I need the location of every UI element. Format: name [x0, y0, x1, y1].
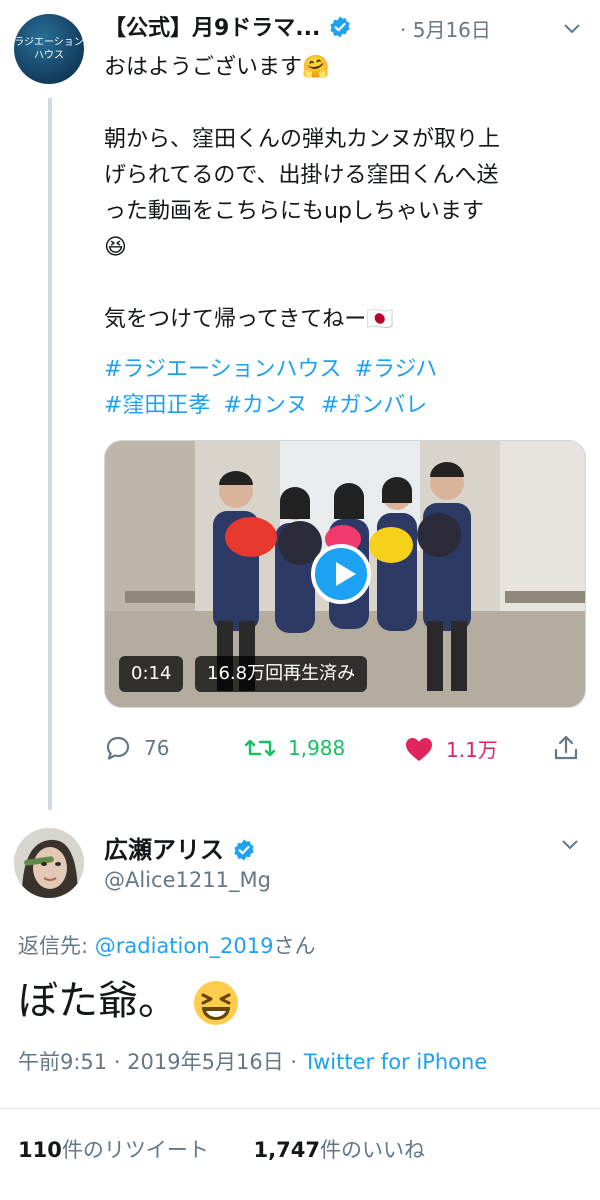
verified-badge-icon [330, 16, 350, 38]
like-stat-count: 1,747 [253, 1138, 320, 1162]
retweet-button[interactable]: 1,988 [244, 734, 345, 762]
avatar-text-line-1: ラジエーション [14, 37, 84, 48]
chevron-down-icon[interactable] [562, 18, 582, 38]
reply-button[interactable]: 76 [104, 734, 169, 762]
avatar-text-line-2: ハウス [34, 50, 64, 61]
reply-text-content: ぼた爺。 [18, 978, 178, 1024]
display-name-text: 広瀬アリス [104, 836, 224, 864]
display-name[interactable]: 【公式】月9ドラマ... [104, 10, 352, 42]
reply-icon [106, 736, 130, 760]
heart-icon [406, 737, 432, 761]
tweet-actions: 76 1,988 1.1万 [104, 734, 584, 770]
tweet-text-line: 😆 [104, 235, 127, 260]
tweet-text: おはようございます🤗 朝から、窪田くんの弾丸カンヌが取り上 げられてるので、出掛… [104, 50, 584, 338]
laughing-emoji-icon [193, 981, 238, 1025]
chevron-down-icon[interactable] [560, 834, 580, 854]
tweet-text-line: った動画をこちらにもupしちゃいます [104, 199, 484, 224]
like-stat-label: 件のいいね [319, 1138, 425, 1162]
hashtag-link[interactable]: #ガンバレ [321, 393, 427, 418]
tweet-text-line: 朝から、窪田くんの弾丸カンヌが取り上 [104, 127, 501, 152]
tweet-stats: 110件のリツイート 1,747件のいいね [18, 1134, 425, 1164]
tweet-text-line: おはようございます🤗 [104, 55, 330, 80]
retweet-count: 1,988 [288, 736, 346, 760]
divider [0, 1108, 600, 1109]
video-player[interactable]: 0:14 16.8万回再生済み [104, 440, 586, 708]
retweet-stat-count: 110 [18, 1138, 62, 1162]
video-duration: 0:14 [119, 656, 184, 692]
hashtag-link[interactable]: #ラジハ [355, 357, 438, 382]
tweet-text-line: げられてるので、出掛ける窪田くんへ送 [104, 163, 499, 188]
hashtags: #ラジエーションハウス #ラジハ #窪田正孝 #カンヌ #ガンバレ [104, 352, 584, 424]
video-view-count: 16.8万回再生済み [195, 656, 368, 692]
avatar[interactable]: ラジエーション ハウス [14, 14, 84, 84]
display-name-text: 【公式】月9ドラマ... [104, 16, 321, 41]
retweet-stat-label: 件のリツイート [61, 1138, 209, 1162]
replying-suffix: さん [273, 934, 316, 958]
replying-to: 返信先: @radiation_2019さん [18, 930, 315, 960]
tweet-timestamp[interactable]: 午前9:51 · 2019年5月16日 · [18, 1050, 304, 1074]
share-button[interactable] [552, 734, 592, 762]
reply-count: 76 [144, 736, 170, 760]
retweet-stat[interactable]: 110件のリツイート [18, 1138, 209, 1162]
tweet-text-line: 気をつけて帰ってきてねー🇯🇵 [104, 307, 394, 332]
avatar-photo [14, 828, 84, 898]
replying-prefix: 返信先: [18, 934, 95, 958]
tweet-date[interactable]: · 5月16日 [400, 14, 491, 43]
like-count: 1.1万 [446, 738, 498, 762]
like-button[interactable]: 1.1万 [404, 734, 498, 763]
user-handle[interactable]: @Alice1211_Mg [104, 868, 271, 892]
display-name[interactable]: 広瀬アリス [104, 830, 256, 865]
tweet-meta: 午前9:51 · 2019年5月16日 · Twitter for iPhone [18, 1046, 487, 1076]
hashtag-link[interactable]: #窪田正孝 [104, 393, 210, 418]
verified-badge-icon [234, 839, 255, 861]
like-stat[interactable]: 1,747件のいいね [254, 1138, 425, 1162]
thread-line [48, 98, 52, 810]
reply-text: ぼた爺。 [18, 968, 241, 1028]
hashtag-link[interactable]: #カンヌ [223, 393, 307, 418]
tweet-source-link[interactable]: Twitter for iPhone [304, 1050, 488, 1074]
mention-link[interactable]: @radiation_2019 [95, 934, 274, 958]
share-icon [554, 735, 578, 760]
avatar[interactable] [14, 828, 84, 898]
play-button[interactable] [311, 544, 371, 604]
retweet-icon [244, 739, 276, 757]
hashtag-link[interactable]: #ラジエーションハウス [104, 357, 342, 382]
